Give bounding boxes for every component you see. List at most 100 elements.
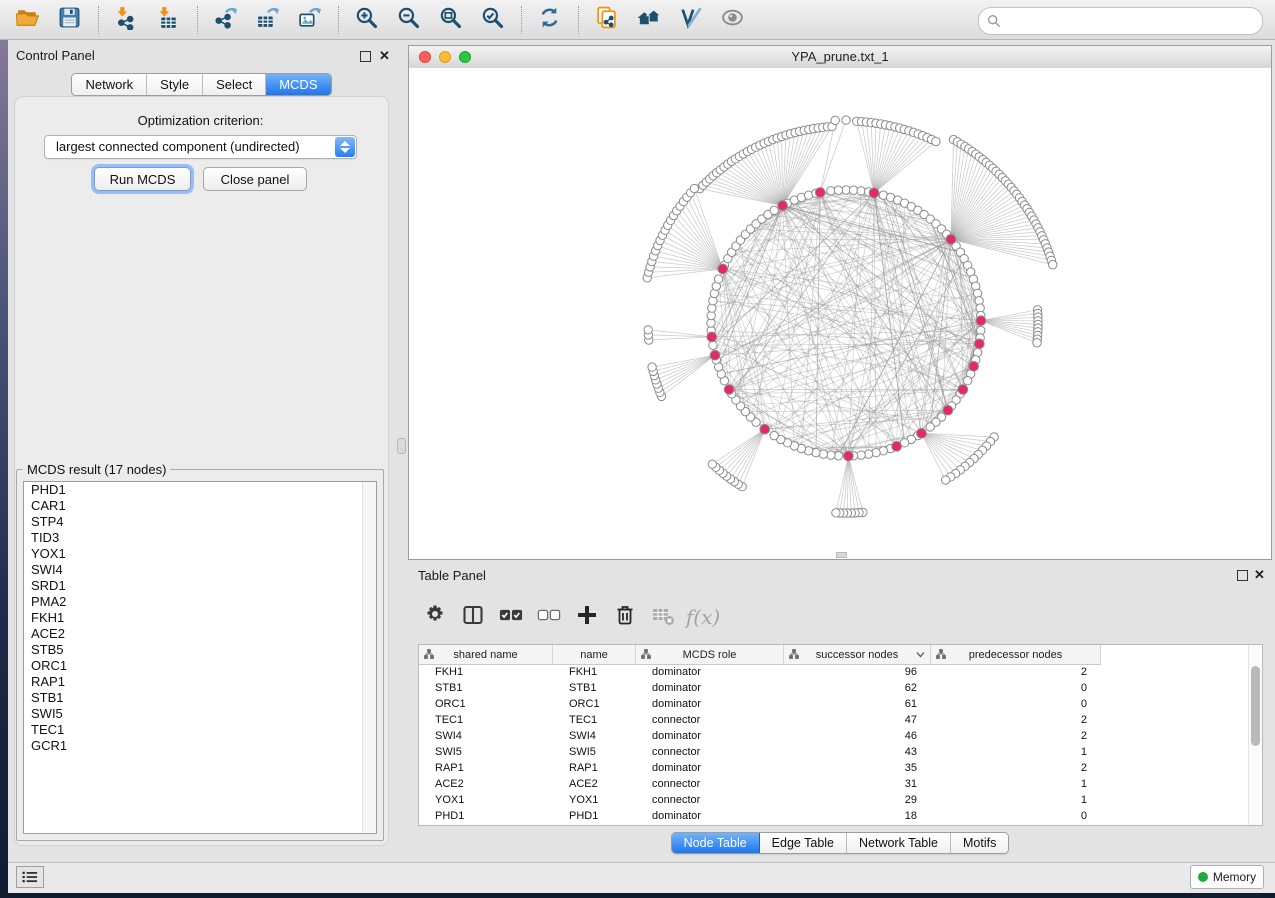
tab-node-table[interactable]: Node Table (672, 833, 760, 853)
network-overview-button[interactable] (631, 4, 665, 36)
deselect-all-button[interactable] (532, 601, 566, 633)
table-row[interactable]: SWI4SWI4dominator462 (419, 728, 1249, 744)
select-all-button[interactable] (494, 601, 528, 633)
control-panel-float-icon[interactable] (360, 51, 371, 62)
export-network-button[interactable] (208, 4, 242, 36)
mcds-result-item[interactable]: TEC1 (24, 722, 376, 738)
toggle-annotations-button[interactable] (673, 4, 707, 36)
mcds-result-item[interactable]: SWI5 (24, 706, 376, 722)
table-row[interactable]: YOX1YOX1connector291 (419, 792, 1249, 808)
table-row[interactable]: SWI5SWI5connector431 (419, 744, 1249, 760)
table-toolbar: f(x) (418, 598, 1262, 636)
mcds-result-item[interactable]: SRD1 (24, 578, 376, 594)
memory-button[interactable]: Memory (1190, 865, 1264, 889)
column-header-MCDS-role[interactable]: MCDS role (636, 645, 784, 664)
table-row[interactable]: RAP1RAP1dominator352 (419, 760, 1249, 776)
tab-motifs[interactable]: Motifs (951, 833, 1008, 853)
mcds-result-item[interactable]: SWI4 (24, 562, 376, 578)
fit-selected-button[interactable] (475, 4, 509, 36)
open-file-icon (15, 5, 40, 35)
panel-splitter-grip[interactable] (397, 438, 406, 454)
mcds-result-item[interactable]: CAR1 (24, 498, 376, 514)
table-panel-close-icon[interactable]: ✕ (1254, 569, 1265, 580)
run-mcds-button[interactable]: Run MCDS (94, 167, 191, 191)
tab-network-table[interactable]: Network Table (847, 833, 951, 853)
network-overview-icon (636, 5, 661, 35)
tab-style[interactable]: Style (147, 74, 203, 95)
fit-content-button[interactable] (433, 4, 467, 36)
zoom-in-button[interactable] (349, 4, 383, 36)
search-field[interactable] (978, 7, 1263, 35)
import-table-button[interactable] (151, 4, 185, 36)
delete-row-icon (613, 603, 637, 632)
table-cell: 62 (784, 682, 931, 694)
settings-gear-button[interactable] (418, 601, 452, 633)
control-panel-close-icon[interactable]: ✕ (379, 50, 390, 61)
refresh-button[interactable] (532, 4, 566, 36)
column-header-successor-nodes[interactable]: successor nodes (784, 645, 931, 664)
toolbar-separator (197, 6, 198, 34)
close-panel-button[interactable]: Close panel (203, 167, 307, 191)
tab-select[interactable]: Select (203, 74, 266, 95)
automation-panel-button[interactable] (16, 866, 44, 888)
delete-table-icon (651, 603, 675, 632)
mcds-list-scrollbar[interactable] (362, 482, 376, 833)
table-cell: PHD1 (553, 810, 636, 822)
mcds-result-list[interactable]: PHD1CAR1STP4TID3YOX1SWI4SRD1PMA2FKH1ACE2… (23, 481, 377, 834)
mcds-result-item[interactable]: PHD1 (24, 482, 376, 498)
table-cell: YOX1 (553, 794, 636, 806)
table-scrollbar-thumb[interactable] (1251, 666, 1260, 746)
add-row-button[interactable] (570, 601, 604, 633)
table-row[interactable]: ORC1ORC1dominator610 (419, 696, 1249, 712)
network-window-titlebar[interactable]: YPA_prune.txt_1 (409, 46, 1271, 69)
mcds-result-item[interactable]: GCR1 (24, 738, 376, 754)
column-header-name[interactable]: name (553, 645, 636, 664)
network-from-document-icon (594, 5, 619, 35)
tab-mcds[interactable]: MCDS (266, 74, 330, 95)
export-table-button[interactable] (250, 4, 284, 36)
table-row[interactable]: PHD1PHD1dominator180 (419, 808, 1249, 824)
export-image-icon (297, 5, 322, 35)
export-image-button[interactable] (292, 4, 326, 36)
mcds-result-item[interactable]: STB5 (24, 642, 376, 658)
mcds-result-item[interactable]: STB1 (24, 690, 376, 706)
mcds-result-item[interactable]: RAP1 (24, 674, 376, 690)
network-window-resize-grip[interactable] (836, 552, 847, 558)
table-scrollbar[interactable] (1248, 645, 1262, 825)
mcds-result-item[interactable]: ORC1 (24, 658, 376, 674)
tab-network[interactable]: Network (72, 74, 147, 95)
zoom-in-icon (354, 5, 379, 35)
save-session-button[interactable] (52, 4, 86, 36)
mcds-result-item[interactable]: TID3 (24, 530, 376, 546)
table-panel-float-icon[interactable] (1237, 570, 1248, 581)
network-window: YPA_prune.txt_1 (408, 45, 1272, 560)
table-row[interactable]: ACE2ACE2connector311 (419, 776, 1249, 792)
network-canvas[interactable] (409, 68, 1271, 559)
tab-edge-table[interactable]: Edge Table (760, 833, 847, 853)
zoom-out-button[interactable] (391, 4, 425, 36)
mcds-result-item[interactable]: ACE2 (24, 626, 376, 642)
toggle-preview-icon (720, 5, 745, 35)
criterion-select[interactable]: largest connected component (undirected) (44, 135, 357, 159)
mcds-result-item[interactable]: YOX1 (24, 546, 376, 562)
control-panel-title: Control Panel (16, 48, 95, 63)
open-file-button[interactable] (10, 4, 44, 36)
table-cell: SWI4 (419, 730, 553, 742)
table-row[interactable]: TEC1TEC1connector472 (419, 712, 1249, 728)
toggle-preview-button[interactable] (715, 4, 749, 36)
mcds-result-item[interactable]: STP4 (24, 514, 376, 530)
table-row[interactable]: FKH1FKH1dominator962 (419, 664, 1249, 680)
table-row[interactable]: STB1STB1dominator620 (419, 680, 1249, 696)
deselect-all-icon (537, 603, 561, 632)
mcds-result-item[interactable]: FKH1 (24, 610, 376, 626)
search-input[interactable] (1001, 11, 1262, 31)
show-columns-button[interactable] (456, 601, 490, 633)
column-header-predecessor-nodes[interactable]: predecessor nodes (931, 645, 1101, 664)
column-header-shared-name[interactable]: shared name (419, 645, 553, 664)
import-network-button[interactable] (109, 4, 143, 36)
network-from-document-button[interactable] (589, 4, 623, 36)
delete-row-button[interactable] (608, 601, 642, 633)
mcds-result-item[interactable]: PMA2 (24, 594, 376, 610)
table-cell: 2 (931, 714, 1101, 726)
table-cell: 47 (784, 714, 931, 726)
